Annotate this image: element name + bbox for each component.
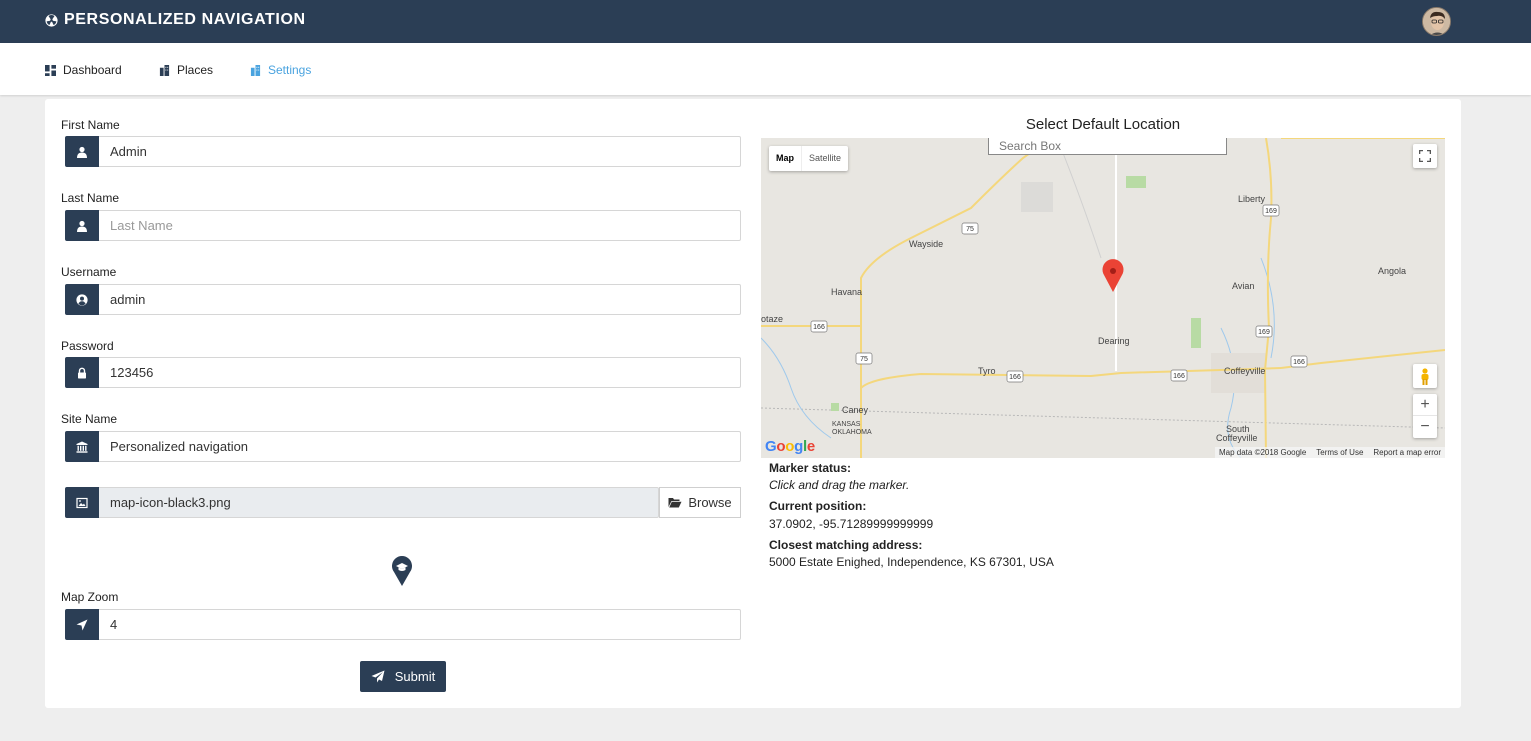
site-name-field xyxy=(65,431,741,462)
password-field xyxy=(65,357,741,388)
user-icon xyxy=(65,210,99,241)
nav-label: Settings xyxy=(268,63,312,77)
map-place-label: Coffeyville xyxy=(1224,366,1265,376)
map-place-label: Avian xyxy=(1232,281,1254,291)
avatar-image xyxy=(1423,8,1450,35)
lock-icon xyxy=(65,357,99,388)
last-name-label: Last Name xyxy=(61,191,120,205)
route-shield: 75 xyxy=(966,226,974,233)
street-view-pegman-button[interactable] xyxy=(1413,364,1437,388)
building-icon xyxy=(159,64,170,76)
closest-address-value: 5000 Estate Enighed, Independence, KS 67… xyxy=(769,555,1054,569)
image-icon xyxy=(65,487,99,518)
map-place-label: Angola xyxy=(1378,266,1406,276)
browse-button[interactable]: Browse xyxy=(659,487,741,518)
institution-icon xyxy=(65,431,99,462)
map-zoom-field xyxy=(65,609,741,640)
fullscreen-button[interactable] xyxy=(1413,144,1437,168)
map-place-label: KANSAS xyxy=(832,421,861,428)
submit-label: Submit xyxy=(394,669,436,684)
building-icon xyxy=(250,64,261,76)
zoom-out-button[interactable]: − xyxy=(1413,416,1437,438)
route-shield: 166 xyxy=(1293,359,1305,366)
nav-item-dashboard[interactable]: Dashboard xyxy=(45,63,122,77)
map-place-label: Caney xyxy=(842,405,869,415)
map-type-satellite-button[interactable]: Satellite xyxy=(801,146,848,171)
route-shield: 166 xyxy=(1009,374,1021,381)
app-title: PERSONALIZED NAVIGATION xyxy=(64,11,306,28)
marker-status-value: Click and drag the marker. xyxy=(769,478,910,492)
map-tiles: 75 166 75 166 166 169 169 166 Wayside Ha… xyxy=(761,138,1445,458)
marker-status-label: Marker status: xyxy=(769,461,852,475)
top-bar: PERSONALIZED NAVIGATION xyxy=(0,0,1531,43)
map-place-label: Liberty xyxy=(1238,194,1266,204)
dashboard-icon xyxy=(45,64,56,76)
last-name-field xyxy=(65,210,741,241)
password-label: Password xyxy=(61,339,114,353)
map-type-control: Map Satellite xyxy=(769,146,849,171)
submit-button[interactable]: Submit xyxy=(360,661,446,692)
user-icon xyxy=(65,136,99,167)
map-zoom-input[interactable] xyxy=(99,609,741,640)
location-arrow-icon xyxy=(65,609,99,640)
map-data-attribution: Map data ©2018 Google xyxy=(1218,448,1307,457)
radiation-icon xyxy=(45,13,58,27)
map-icon-filename-input[interactable] xyxy=(99,487,659,518)
map-place-label: Tyro xyxy=(978,366,996,376)
nav-item-settings[interactable]: Settings xyxy=(250,63,311,77)
current-position-label: Current position: xyxy=(769,499,867,513)
first-name-label: First Name xyxy=(61,118,120,132)
map-marker-preview-icon xyxy=(392,556,412,586)
route-shield: 169 xyxy=(1265,208,1277,215)
map-icon-file-field: Browse xyxy=(65,487,741,518)
map-attribution: Map data ©2018 Google Terms of Use Repor… xyxy=(1214,447,1445,458)
user-avatar[interactable] xyxy=(1422,7,1451,36)
route-shield: 75 xyxy=(860,356,868,363)
report-map-error-link[interactable]: Report a map error xyxy=(1373,447,1441,458)
map-place-label: Wayside xyxy=(909,239,943,249)
google-logo: Google xyxy=(765,438,815,455)
nav-label: Places xyxy=(177,63,214,77)
route-shield: 166 xyxy=(813,324,825,331)
settings-card: First Name Last Name Username Password S… xyxy=(45,99,1461,708)
pegman-icon xyxy=(1421,367,1429,385)
current-position-value: 37.0902, -95.71289999999999 xyxy=(769,517,934,531)
folder-open-icon xyxy=(668,498,682,508)
nav-item-places[interactable]: Places xyxy=(159,63,213,77)
zoom-control: + − xyxy=(1413,394,1437,438)
user-circle-icon xyxy=(65,284,99,315)
paper-plane-icon xyxy=(371,670,385,683)
username-label: Username xyxy=(61,265,117,279)
site-name-label: Site Name xyxy=(61,412,118,426)
map-place-label: Dearing xyxy=(1098,336,1130,346)
closest-address-label: Closest matching address: xyxy=(769,538,923,552)
browse-label: Browse xyxy=(688,495,732,510)
map-title: Select Default Location xyxy=(1025,116,1181,133)
map-place-label: otaze xyxy=(761,314,783,324)
map-place-label: Coffeyville xyxy=(1216,433,1257,443)
nav-label: Dashboard xyxy=(63,63,122,77)
site-name-input[interactable] xyxy=(99,431,741,462)
first-name-input[interactable] xyxy=(99,136,741,167)
fullscreen-icon xyxy=(1419,150,1431,162)
password-input[interactable] xyxy=(99,357,741,388)
zoom-in-button[interactable]: + xyxy=(1413,394,1437,416)
location-map[interactable]: 75 166 75 166 166 169 169 166 Wayside Ha… xyxy=(761,138,1445,458)
map-place-label: OKLAHOMA xyxy=(832,429,872,436)
first-name-field xyxy=(65,136,741,167)
last-name-input[interactable] xyxy=(99,210,741,241)
brand[interactable]: PERSONALIZED NAVIGATION xyxy=(45,11,306,29)
main-nav: Dashboard Places Settings xyxy=(0,43,1531,95)
username-field xyxy=(65,284,741,315)
map-place-label: Havana xyxy=(831,287,862,297)
map-search-input[interactable] xyxy=(988,138,1227,155)
username-input[interactable] xyxy=(99,284,741,315)
route-shield: 169 xyxy=(1258,329,1270,336)
map-zoom-label: Map Zoom xyxy=(61,590,119,604)
map-type-map-button[interactable]: Map xyxy=(769,146,801,171)
terms-of-use-link[interactable]: Terms of Use xyxy=(1316,447,1363,458)
route-shield: 166 xyxy=(1173,373,1185,380)
